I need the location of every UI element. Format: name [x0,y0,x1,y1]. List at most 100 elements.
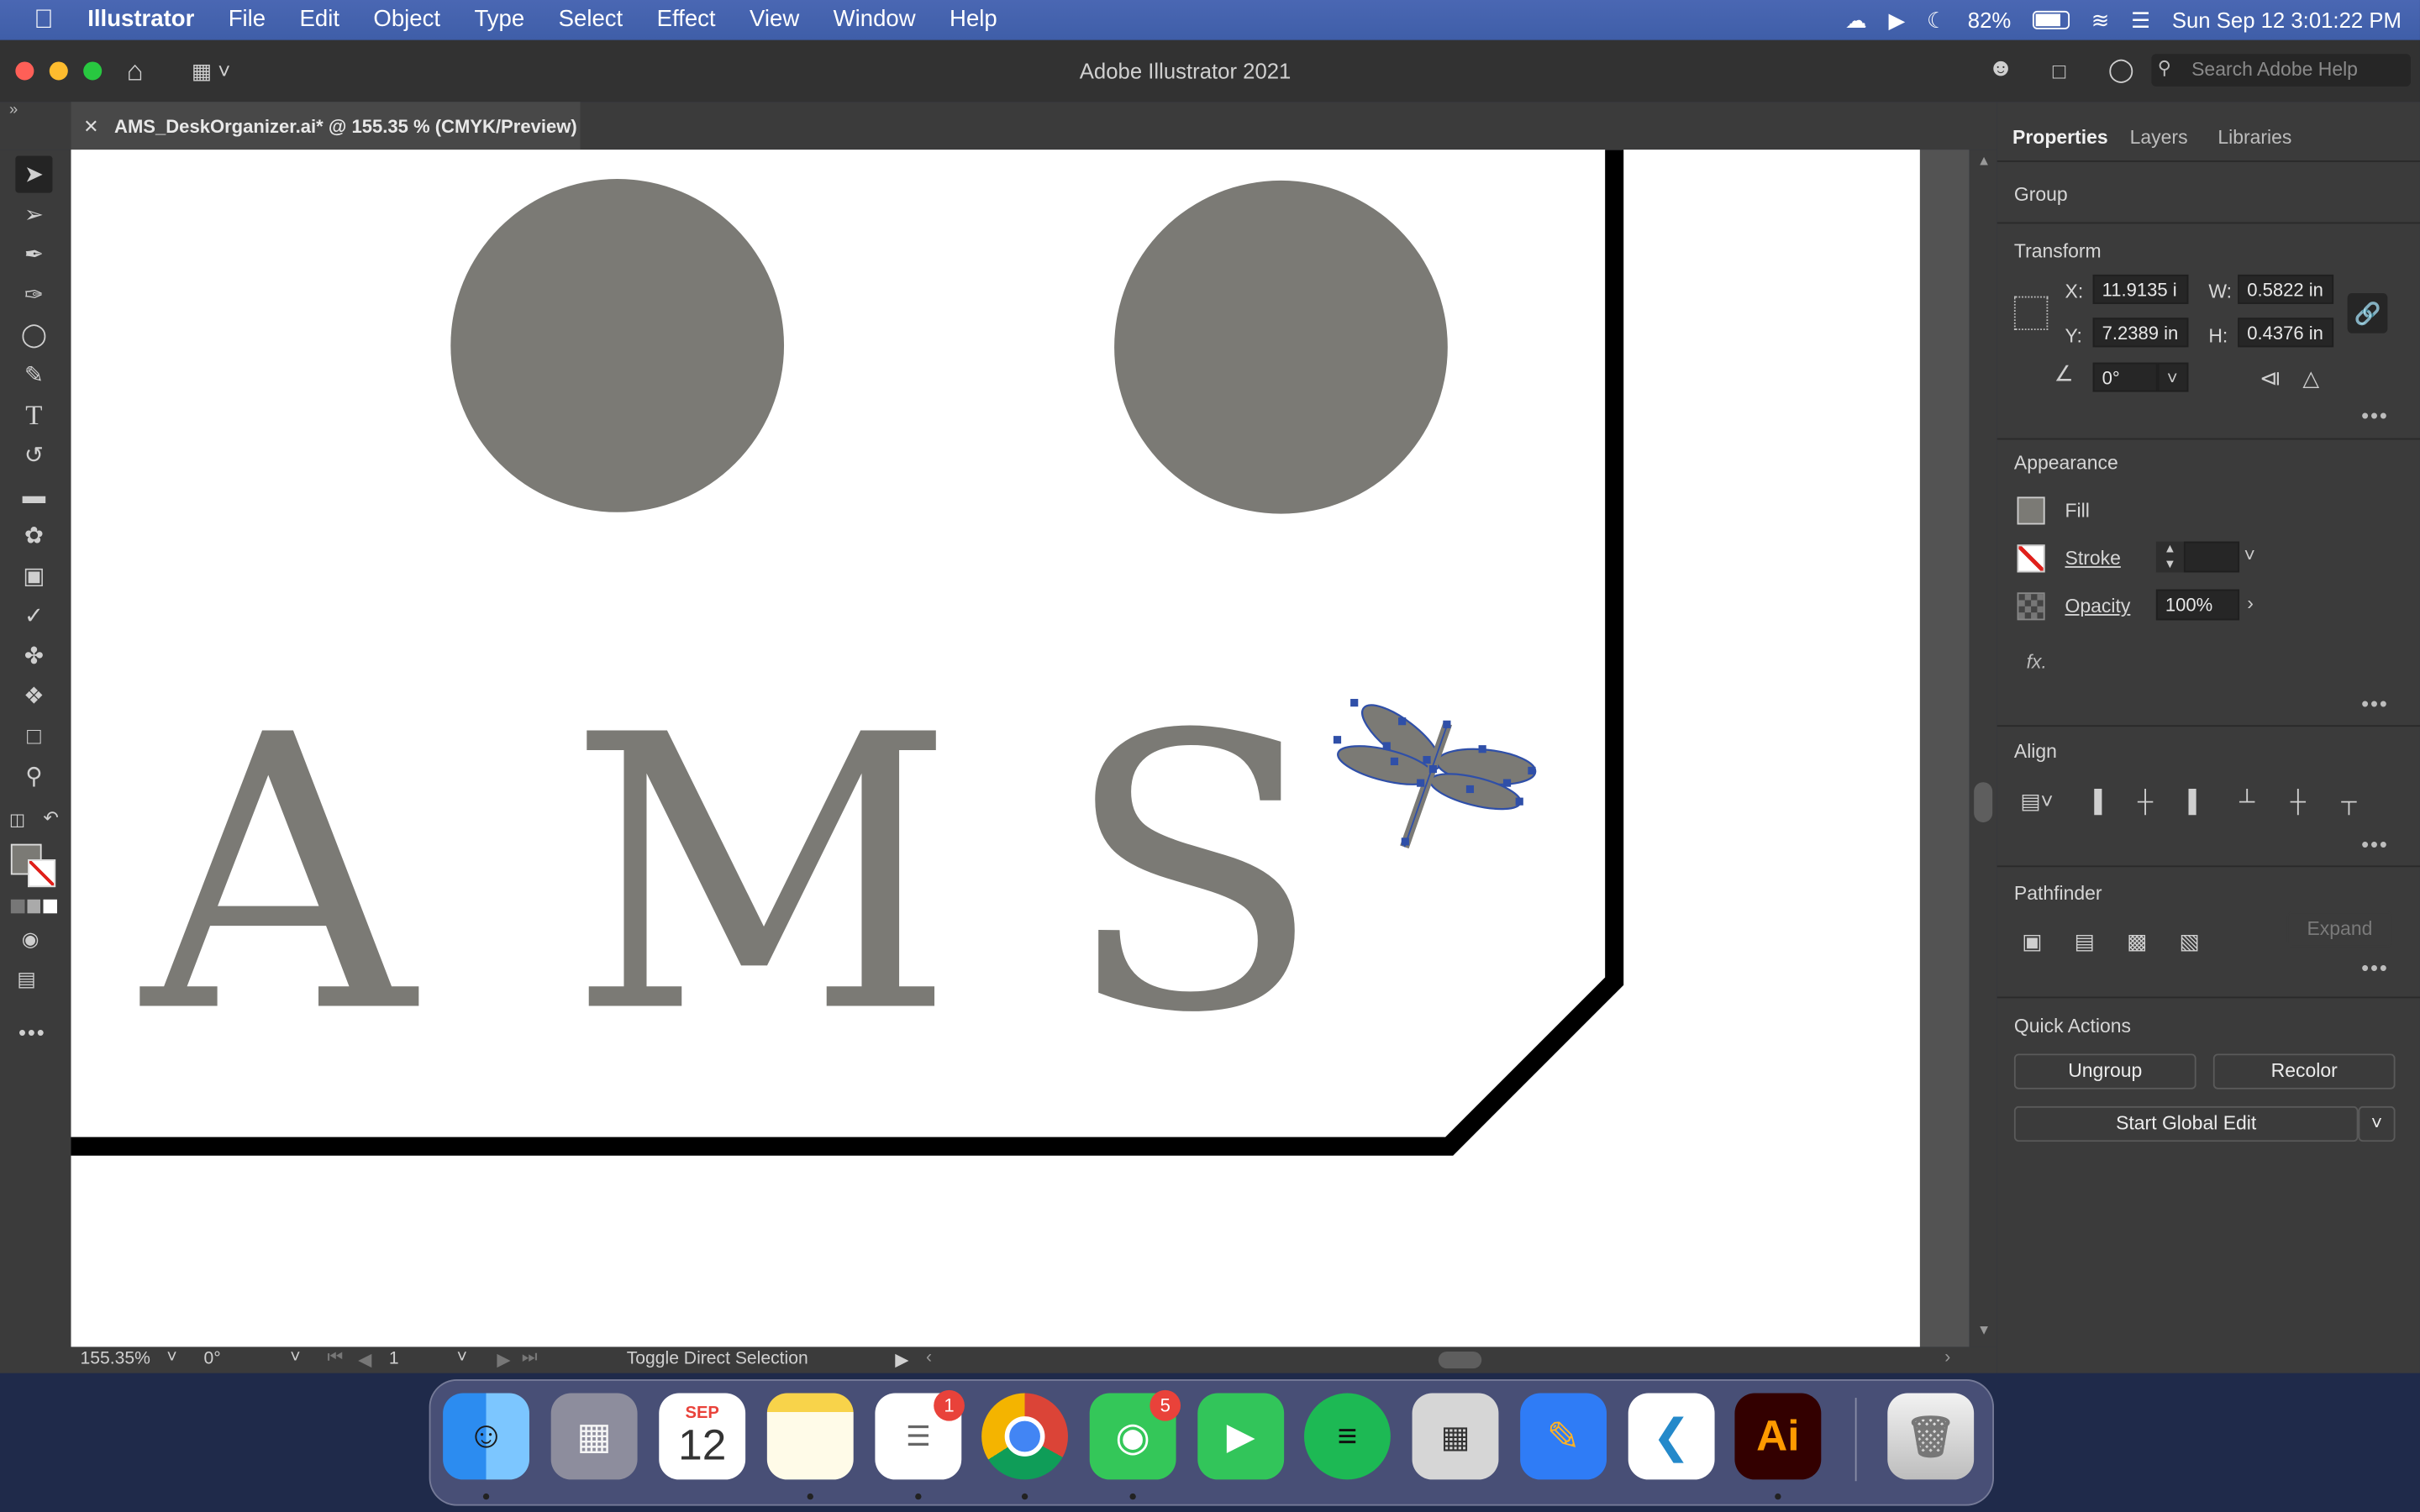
puppet-warp-tool-icon[interactable]: ✤ [15,638,52,675]
align-horizontal-center-icon[interactable]: ┼ [2138,789,2153,813]
opacity-label[interactable]: Opacity [2065,596,2131,617]
align-more-options-icon[interactable]: ••• [2361,832,2389,856]
tab-layers[interactable]: Layers [2130,127,2188,149]
collapse-toolbar-icon[interactable]: » [9,102,18,118]
pages-icon[interactable]: ✎ [1520,1393,1607,1480]
artboard[interactable]: A M S [71,150,1920,1347]
screen-mode-icon[interactable]: ▤ [17,968,36,992]
rotation-angle-field[interactable]: 0° [2092,362,2158,392]
launchpad-icon[interactable]: ▦ [550,1393,638,1480]
selection-tool-icon[interactable]: ➤ [15,155,53,193]
battery-icon[interactable] [2032,10,2070,29]
play-icon[interactable]: ▶ [1888,7,1905,33]
help-search-input[interactable]: Search Adobe Help [2191,59,2358,81]
vertical-scrollbar[interactable]: ▲ ▼ [1969,150,1997,1347]
rotation-dropdown-icon[interactable]: ˅ [290,1348,300,1367]
creative-cloud-icon[interactable]: ☁ [1845,7,1867,33]
stroke-weight-dropdown-icon[interactable]: ˅ [2244,544,2255,566]
opacity-field[interactable]: 100% [2155,589,2240,621]
fx-button[interactable]: fx. [2027,651,2047,673]
reference-point-icon[interactable] [2013,296,2049,331]
eyedropper-tool-icon[interactable]: ✓ [15,597,52,634]
y-position-field[interactable]: 7.2389 in [2092,318,2189,348]
align-bottom-icon[interactable]: ┬ [2341,789,2356,813]
swap-colors-icon[interactable]: ↶ [43,807,58,829]
chrome-icon[interactable] [981,1393,1068,1480]
next-artboard-icon[interactable]: ▶ [497,1348,510,1370]
global-edit-options-dropdown[interactable]: ˅ [2358,1105,2396,1142]
menu-object[interactable]: Object [356,0,457,40]
vertical-scroll-thumb[interactable] [1974,782,1993,822]
first-artboard-icon[interactable]: ⏮ [327,1348,343,1368]
edit-toolbar-icon[interactable]: ••• [18,1020,46,1044]
align-vertical-center-icon[interactable]: ┼ [2291,789,2306,813]
facetime-icon[interactable]: ▶ [1197,1393,1285,1480]
stroke-label[interactable]: Stroke [2065,548,2121,570]
rotation-angle-dropdown[interactable]: ˅ [2157,362,2189,392]
align-right-icon[interactable]: ▌ [2188,789,2203,813]
menu-window[interactable]: Window [816,0,932,40]
wifi-icon[interactable]: ≋ [2091,7,2110,33]
scroll-left-icon[interactable]: ‹ [926,1348,932,1367]
color-mode-icons[interactable] [10,899,57,914]
start-global-edit-button[interactable]: Start Global Edit [2013,1105,2359,1142]
opacity-icon[interactable] [2017,592,2045,621]
pathfinder-more-options-icon[interactable]: ••• [2361,955,2389,979]
discover-lightbulb-icon[interactable]: ◯ [2108,55,2134,83]
hole-circle-left[interactable] [450,179,785,512]
menu-select[interactable]: Select [541,0,639,40]
notes-icon[interactable] [766,1393,854,1480]
recolor-button[interactable]: Recolor [2212,1053,2396,1089]
menu-file[interactable]: File [212,0,283,40]
height-field[interactable]: 0.4376 in [2238,318,2334,348]
menu-edit[interactable]: Edit [282,0,356,40]
apple-icon[interactable]:  [0,0,71,40]
ungroup-button[interactable]: Ungroup [2013,1053,2196,1089]
ellipse-tool-icon[interactable]: ◯ [15,317,52,354]
finder-icon[interactable]: ☺ [443,1393,529,1480]
menu-effect[interactable]: Effect [639,0,732,40]
spotify-icon[interactable]: ≡ [1304,1393,1391,1480]
stroke-color-swatch[interactable] [28,859,56,888]
direct-selection-tool-icon[interactable]: ➢ [15,196,52,233]
flip-vertical-icon[interactable]: △ [2302,365,2319,391]
illustrator-icon[interactable]: Ai [1734,1393,1822,1480]
artboard-tool-icon[interactable]: □ [15,717,52,754]
document-tab[interactable]: ✕ AMS_DeskOrganizer.ai* @ 155.35 % (CMYK… [71,102,581,150]
previous-artboard-icon[interactable]: ◀ [358,1348,371,1370]
pathfinder-intersect-icon[interactable]: ▩ [2127,929,2147,955]
zoom-dropdown-icon[interactable]: ˅ [166,1348,176,1367]
flip-horizontal-icon[interactable]: ⧏ [2260,365,2281,391]
menu-help[interactable]: Help [933,0,1014,40]
x-position-field[interactable]: 11.9135 i [2092,274,2189,304]
expand-button[interactable]: Expand [2286,911,2392,948]
help-search-box[interactable]: ⚲ Search Adobe Help [2151,54,2411,87]
clock[interactable]: Sun Sep 12 3:01:22 PM [2172,8,2402,32]
default-colors-icon[interactable]: ◫ [9,810,25,830]
vscode-icon[interactable]: ❮ [1628,1393,1715,1480]
fill-swatch[interactable] [2017,496,2045,525]
last-artboard-icon[interactable]: ⏭ [522,1348,538,1368]
curvature-tool-icon[interactable]: ✑ [15,276,52,313]
artwork-letter-s[interactable]: S [1063,656,1322,1096]
hole-circle-right[interactable] [1114,180,1448,514]
menu-view[interactable]: View [733,0,817,40]
appearance-more-options-icon[interactable]: ••• [2361,691,2389,716]
pathfinder-exclude-icon[interactable]: ▧ [2179,929,2199,955]
draw-mode-icon[interactable]: ◉ [22,927,39,952]
tab-libraries[interactable]: Libraries [2217,127,2291,149]
rotation-field[interactable]: 0° [203,1350,220,1368]
horizontal-scroll-thumb[interactable] [1438,1351,1482,1369]
type-tool-icon[interactable]: T [15,396,52,433]
align-to-dropdown-icon[interactable]: ▤˅ [2020,789,2053,815]
rotate-tool-icon[interactable]: ↺ [15,437,52,474]
trash-icon[interactable]: 🗑 [1887,1393,1975,1480]
opacity-expand-icon[interactable]: › [2247,592,2254,614]
calculator-icon[interactable]: ▦ [1412,1393,1499,1480]
zoom-level-field[interactable]: 155.35% [81,1350,150,1368]
align-top-icon[interactable]: ┴ [2239,789,2254,813]
arrange-documents-icon[interactable]: □ [2053,59,2066,83]
stroke-weight-stepper[interactable]: ▲ ▼ [2155,541,2184,573]
stroke-swatch[interactable] [2017,544,2045,573]
user-icon[interactable]: ☻ [1988,55,2014,83]
